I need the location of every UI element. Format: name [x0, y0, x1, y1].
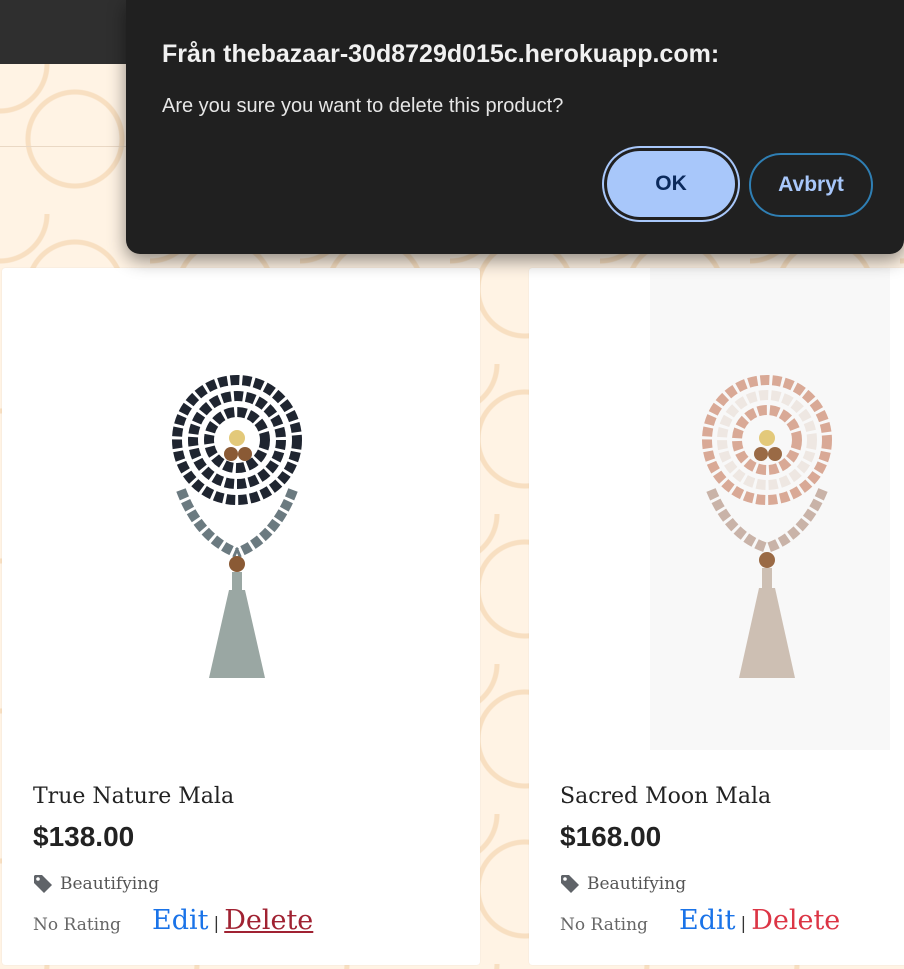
tag-icon — [34, 875, 52, 893]
dialog-origin: Från thebazaar-30d8729d015c.herokuapp.co… — [162, 40, 720, 68]
product-title[interactable]: True Nature Mala — [33, 784, 234, 809]
edit-link[interactable]: Edit — [152, 905, 208, 936]
mala-necklace-image — [172, 375, 302, 678]
category-label: Beautifying — [60, 874, 160, 894]
product-rating: No Rating — [560, 915, 648, 935]
delete-link[interactable]: Delete — [224, 905, 313, 936]
confirm-dialog: Från thebazaar-30d8729d015c.herokuapp.co… — [126, 0, 904, 254]
product-card: Sacred Moon Mala $168.00 Beautifying No … — [529, 268, 904, 965]
dialog-message: Are you sure you want to delete this pro… — [162, 95, 564, 117]
ok-button[interactable]: OK — [607, 151, 735, 217]
mala-necklace-image — [702, 375, 832, 678]
action-separator: | — [213, 914, 220, 934]
product-actions: Edit | Delete — [152, 905, 313, 936]
product-title[interactable]: Sacred Moon Mala — [560, 784, 771, 809]
cancel-button[interactable]: Avbryt — [749, 153, 873, 217]
category-label: Beautifying — [587, 874, 687, 894]
product-actions: Edit | Delete — [679, 905, 840, 936]
edit-link[interactable]: Edit — [679, 905, 735, 936]
product-price: $138.00 — [33, 821, 135, 852]
tag-icon — [561, 875, 579, 893]
product-image[interactable] — [119, 268, 361, 750]
product-price: $168.00 — [560, 821, 662, 852]
product-category[interactable]: Beautifying — [560, 874, 686, 894]
action-separator: | — [740, 914, 747, 934]
product-card: True Nature Mala $138.00 Beautifying No … — [2, 268, 480, 965]
delete-link[interactable]: Delete — [751, 905, 840, 936]
product-image[interactable] — [650, 268, 890, 750]
product-rating: No Rating — [33, 915, 121, 935]
product-category[interactable]: Beautifying — [33, 874, 159, 894]
